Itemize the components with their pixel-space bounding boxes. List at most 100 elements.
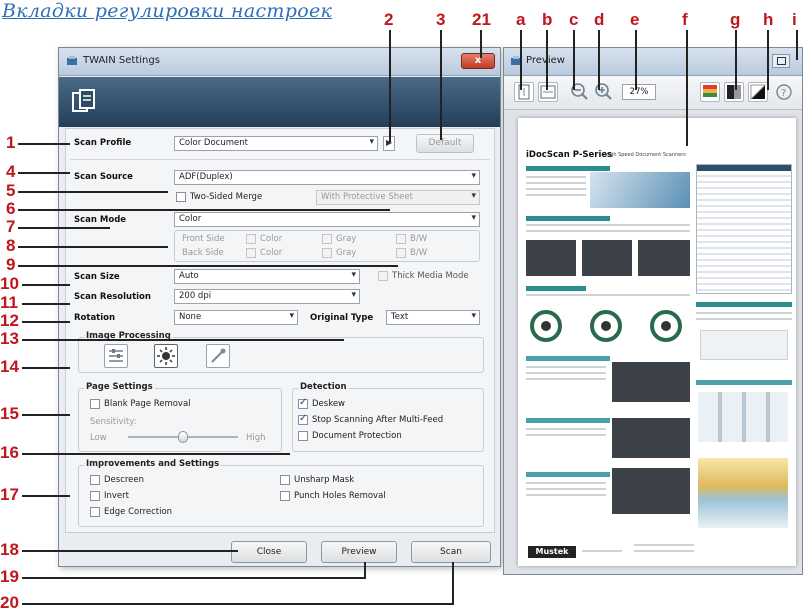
front-gray-checkbox[interactable] [322,234,332,244]
doc-text-line [526,434,606,436]
color-settings-tab-button[interactable] [206,344,230,368]
leader-line [22,453,290,455]
leader-line [573,30,575,90]
scan-size-label: Scan Size [74,272,120,282]
protective-sheet-select[interactable]: With Protective Sheet [316,190,480,205]
fit-width-button[interactable] [538,82,558,102]
deskew-label: Deskew [312,399,346,409]
scan-button[interactable]: Scan [411,541,491,563]
doc-text-line [526,428,606,430]
default-button[interactable]: Default [416,134,474,153]
leader-line [22,577,366,579]
doc-text-line [696,318,792,320]
rotation-label: Rotation [74,313,116,323]
scan-source-select[interactable]: ADF(Duplex) [174,170,480,185]
twain-close-button[interactable]: x [461,53,495,69]
grayscale-button[interactable] [724,82,744,102]
scan-size-select[interactable]: Auto [174,269,360,284]
back-color-checkbox[interactable] [246,248,256,258]
doc-subtitle: High Speed Document Scanners [605,152,686,158]
doc-table-header [697,165,791,171]
zoom-level-field[interactable]: 27% [622,84,656,100]
doc-text-line [526,224,690,226]
thick-media-checkbox[interactable] [378,271,388,281]
doc-text-line [526,488,606,490]
scan-mode-label: Scan Mode [74,215,127,225]
callout-8: 8 [6,236,16,255]
image-processing-tab-button[interactable] [104,344,128,368]
leader-line [635,30,637,90]
scan-mode-select[interactable]: Color [174,212,480,227]
doc-section-bar [696,302,792,307]
page-heading: Вкладки регулировки настроек [2,0,333,22]
zoom-in-icon [595,83,612,100]
callout-1: 1 [6,133,16,152]
callout-20: 20 [0,593,19,612]
zoom-in-button[interactable] [594,82,614,102]
deskew-checkbox[interactable] [298,397,308,409]
front-color-checkbox[interactable] [246,234,256,244]
doc-text-line [526,294,690,296]
front-gray-label: Gray [336,234,357,244]
rotation-select[interactable]: None [174,310,298,325]
fit-page-button[interactable] [514,82,534,102]
back-gray-checkbox[interactable] [322,248,332,258]
scan-profile-select[interactable]: Color Document [174,136,378,151]
sensitivity-slider-thumb[interactable] [178,431,188,443]
descreen-checkbox[interactable] [90,475,100,485]
twain-window-title: TWAIN Settings [83,55,160,66]
doc-text-line [526,482,606,484]
doc-section-bar [696,380,792,385]
color-adjust-button[interactable] [700,82,720,102]
document-protection-label: Document Protection [312,431,402,441]
black-white-button[interactable] [748,82,768,102]
page-settings-tab-button[interactable] [154,344,178,368]
blank-page-removal-checkbox[interactable] [90,399,100,409]
callout-i: i [792,10,797,29]
preview-button[interactable]: Preview [321,541,397,563]
edge-correction-checkbox[interactable] [90,507,100,517]
doc-photo [612,362,690,402]
close-button[interactable]: Close [231,541,307,563]
scan-source-label: Scan Source [74,172,133,182]
callout-2: 2 [384,10,394,29]
leader-line [520,30,522,90]
leader-line [364,562,366,579]
doc-text-line [582,550,622,552]
front-bw-checkbox[interactable] [396,234,406,244]
page-settings-title: Page Settings [84,382,155,392]
punch-holes-removal-checkbox[interactable] [280,491,290,501]
stop-scanning-multifeed-checkbox[interactable] [298,413,308,425]
leader-line [767,30,769,90]
eyedropper-icon [211,348,226,363]
leader-line [389,30,391,142]
original-type-select[interactable]: Text [386,310,480,325]
doc-section-bar [526,166,610,171]
two-sided-merge-checkbox[interactable] [176,192,186,202]
scan-resolution-select[interactable]: 200 dpi [174,289,360,304]
image-processing-group [78,337,484,373]
leader-line [22,414,70,416]
leader-line [22,339,344,341]
leader-line [598,30,600,90]
scanned-page-preview[interactable]: iDocScan P-Series High Speed Document Sc… [518,118,796,566]
callout-9: 9 [6,255,16,274]
invert-checkbox[interactable] [90,491,100,501]
unsharp-mask-label: Unsharp Mask [294,475,355,485]
callout-f: f [682,10,688,29]
svg-text:?: ? [781,88,786,99]
back-bw-checkbox[interactable] [396,248,406,258]
leader-line [22,321,70,323]
help-button[interactable]: ? [774,82,794,102]
doc-text-line [526,182,586,184]
callout-4: 4 [6,162,16,181]
leader-line [796,30,798,60]
leader-line [18,246,168,248]
document-protection-checkbox[interactable] [298,431,308,441]
maximize-button[interactable] [772,54,790,68]
doc-title: iDocScan P-Series [526,150,613,160]
unsharp-mask-checkbox[interactable] [280,475,290,485]
doc-text-line [526,494,606,496]
two-sided-merge-label: Two-Sided Merge [190,192,263,202]
doc-photo [582,240,632,276]
